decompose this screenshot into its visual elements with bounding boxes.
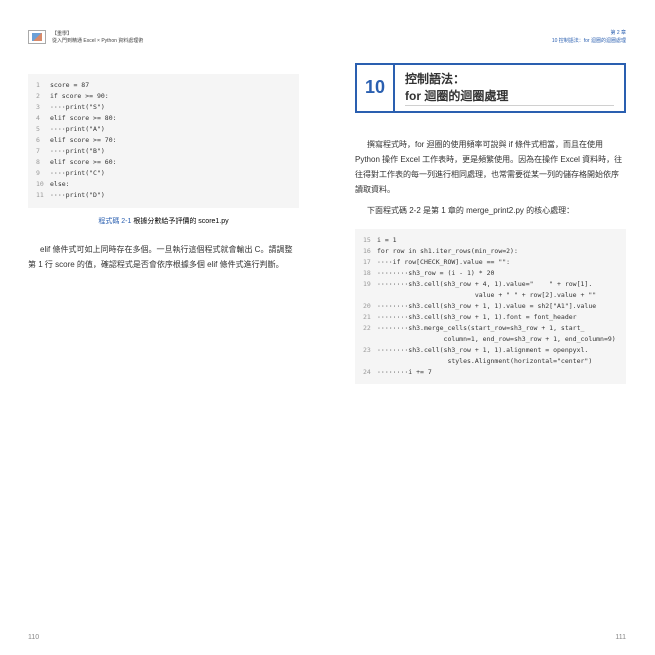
code-line: ········sh3.merge_cells(start_row=sh3_ro… — [377, 324, 584, 332]
chapter-number: 10 — [357, 65, 395, 111]
code-listing-2-2: 15i = 1 16for row in sh1.iter_rows(min_r… — [355, 229, 626, 385]
code-line: for row in sh1.iter_rows(min_row=2): — [377, 247, 518, 255]
code-line: ····print("D") — [50, 191, 105, 199]
book-spread: 【重學】 從入門到精通 Excel × Python 資料處理術 1score … — [0, 0, 655, 655]
code-line: i = 1 — [377, 236, 397, 244]
code-caption: 程式碼 2-1 根據分數給予評價的 score1.py — [28, 216, 299, 226]
code-line: ····print("B") — [50, 147, 105, 155]
page-left: 【重學】 從入門到精通 Excel × Python 資料處理術 1score … — [0, 0, 327, 655]
paragraph: elif 條件式可如上同時存在多個。一旦執行這個程式就會輸出 C。請調整第 1 … — [28, 242, 299, 272]
code-line: ····print("A") — [50, 125, 105, 133]
caption-label: 程式碼 2-1 — [98, 218, 131, 225]
chapter-title-line1: 控制語法： — [405, 72, 465, 86]
header-right-line1: 第 2 章 — [355, 30, 626, 38]
header-right-line2: 10 控制語法：for 迴圈的迴圈處理 — [355, 38, 626, 46]
header-left: 【重學】 從入門到精通 Excel × Python 資料處理術 — [28, 30, 299, 44]
paragraph: 撰寫程式時，for 迴圈的使用頻率可說與 if 條件式相當，而且在使用 Pyth… — [355, 137, 626, 198]
logo-icon — [28, 30, 46, 44]
code-line: else: — [50, 180, 70, 188]
paragraph: 下面程式碼 2-2 是第 1 章的 merge_print2.py 的核心處理： — [355, 203, 626, 218]
page-number: 110 — [28, 634, 39, 641]
code-line: score = 87 — [50, 81, 89, 89]
page-number: 111 — [615, 634, 626, 641]
caption-text: 根據分數給予評價的 score1.py — [131, 218, 228, 225]
code-line: elif score >= 80: — [50, 114, 117, 122]
code-line: column=1, end_row=sh3_row + 1, end_colum… — [377, 335, 616, 343]
header-left-line2: 從入門到精通 Excel × Python 資料處理術 — [52, 37, 143, 44]
code-line: ········sh3.cell(sh3_row + 1, 1).alignme… — [377, 346, 588, 354]
chapter-title-line2: for 迴圈的迴圈處理 — [405, 89, 508, 103]
page-right: 第 2 章 10 控制語法：for 迴圈的迴圈處理 10 控制語法： for 迴… — [327, 0, 654, 655]
code-listing-2-1: 1score = 87 2if score >= 90: 3····print(… — [28, 74, 299, 208]
header-right: 第 2 章 10 控制語法：for 迴圈的迴圈處理 — [355, 30, 626, 45]
code-line: elif score >= 70: — [50, 136, 117, 144]
header-left-line1: 【重學】 — [52, 30, 143, 37]
code-line: ····if row[CHECK_ROW].value == "": — [377, 258, 510, 266]
code-line: styles.Alignment(horizontal="center") — [377, 357, 592, 365]
code-line: ········i += 7 — [377, 368, 432, 376]
chapter-title: 控制語法： for 迴圈的迴圈處理 — [395, 65, 624, 111]
chapter-heading: 10 控制語法： for 迴圈的迴圈處理 — [355, 63, 626, 113]
header-left-text: 【重學】 從入門到精通 Excel × Python 資料處理術 — [52, 30, 143, 44]
code-line: if score >= 90: — [50, 92, 109, 100]
code-line: ····print("C") — [50, 169, 105, 177]
code-line: value + " " + row[2].value + "" — [377, 291, 596, 299]
code-line: ········sh3.cell(sh3_row + 1, 1).value =… — [377, 302, 596, 310]
code-line: elif score >= 60: — [50, 158, 117, 166]
code-line: ········sh3_row = (i - 1) * 20 — [377, 269, 494, 277]
code-line: ········sh3.cell(sh3_row + 4, 1).value="… — [377, 280, 592, 288]
code-line: ····print("S") — [50, 103, 105, 111]
code-line: ········sh3.cell(sh3_row + 1, 1).font = … — [377, 313, 577, 321]
